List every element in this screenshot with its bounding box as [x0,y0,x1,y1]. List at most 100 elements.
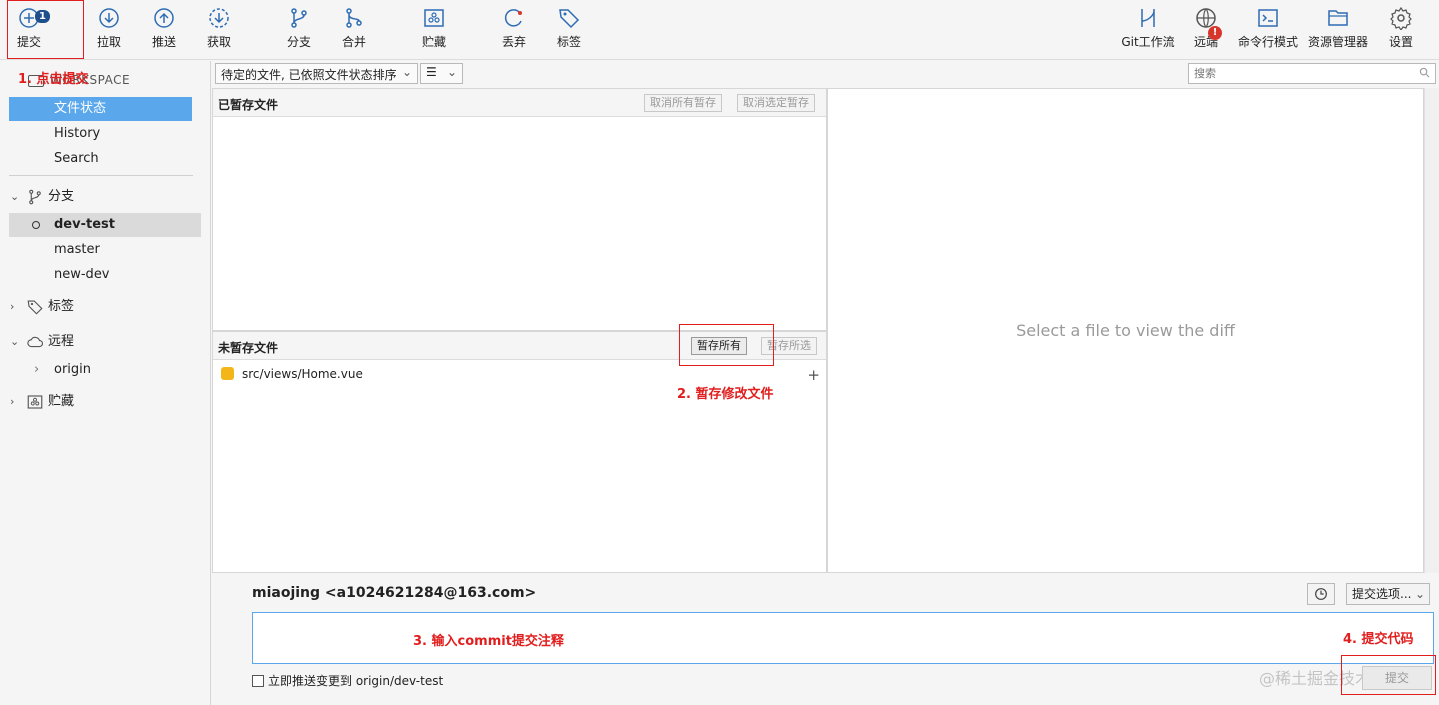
sidebar-item-branch-dev-test[interactable]: dev-test [9,213,201,237]
annotation-step3: 3. 输入commit提交注释 [413,634,564,649]
merge-icon [342,6,366,30]
pull-label: 拉取 [96,35,121,49]
file-path: src/views/Home.vue [242,367,363,381]
sidebar-divider [9,175,193,176]
stash-label: 贮藏 [421,35,446,49]
sidebar-item-file-status[interactable]: 文件状态 [9,97,192,121]
branch-label: 分支 [286,35,311,49]
remote-name: origin [54,362,92,377]
sidebar-item-search[interactable]: Search [9,147,192,171]
branch-button[interactable]: 分支 [271,6,327,56]
merge-button[interactable]: 合并 [326,6,382,56]
sidebar: WORKSPACE 文件状态 History Search ⌄ 分支 dev-te… [0,61,211,705]
toolbar: 1 提交 拉取 推送 获取 分支 合并 贮藏 丢弃 标签 Git工作流 ! 远端… [0,0,1439,60]
chevron-right-icon: › [10,395,15,408]
sidebar-item-branch-new-dev[interactable]: new-dev [9,263,192,287]
remotes-label: 远程 [48,334,75,349]
sort-value: 待定的文件, 已依照文件状态排序 [221,68,397,82]
fetch-button[interactable]: 获取 [191,6,247,56]
discard-icon [502,6,526,30]
tag-icon [557,6,581,30]
unstaged-files-pane: 未暂存文件 暂存所有 暂存所选 src/views/Home.vue + [212,331,827,573]
sort-select[interactable]: 待定的文件, 已依照文件状态排序 ⌄ [215,63,418,84]
push-button[interactable]: 推送 [136,6,192,56]
merge-label: 合并 [341,35,366,49]
stash-button[interactable]: 贮藏 [406,6,462,56]
chevron-down-icon: ⌄ [10,190,20,203]
chevron-right-icon: › [34,362,40,377]
remote-warning-badge: ! [1208,26,1222,40]
sidebar-item-remote-origin[interactable]: › origin [9,358,192,382]
chevron-down-icon: ⌄ [446,65,457,79]
commit-author: miaojing <a1024621284@163.com> [252,585,537,601]
diff-placeholder: Select a file to view the diff [1016,321,1235,340]
settings-label: 设置 [1388,35,1413,49]
fetch-dashed-circle-icon [207,6,231,30]
checkbox-icon[interactable] [252,675,264,687]
diff-viewer: Select a file to view the diff [827,88,1424,573]
search-input[interactable] [1188,63,1436,84]
annotation-box-commit [7,0,84,59]
tags-section[interactable]: › 标签 [10,294,74,320]
push-label: 立即推送变更到 origin/dev-test [268,674,444,688]
unstage-all-button[interactable]: 取消所有暂存 [644,94,722,112]
list-icon: ☰ [426,65,437,79]
discard-button[interactable]: 丢弃 [486,6,542,56]
tag-button[interactable]: 标签 [541,6,597,56]
commit-area: miaojing <a1024621284@163.com> 提交选项... ⌄ … [212,573,1439,705]
folder-icon [1326,6,1350,30]
terminal-label: 命令行模式 [1237,35,1298,49]
tags-label: 标签 [48,299,75,314]
stash-icon [26,393,44,411]
discard-label: 丢弃 [501,35,526,49]
sidebar-item-history[interactable]: History [9,122,192,146]
git-flow-button[interactable]: Git工作流 [1119,6,1177,56]
tag-label: 标签 [556,35,581,49]
explorer-button[interactable]: 资源管理器 [1307,6,1369,56]
branch-icon [287,6,311,30]
annotation-step2: 2. 暂存修改文件 [677,387,774,402]
staged-header: 已暂存文件 取消所有暂存 取消选定暂存 [213,89,826,117]
git-flow-icon [1136,6,1160,30]
staged-files-pane: 已暂存文件 取消所有暂存 取消选定暂存 [212,88,827,331]
pull-button[interactable]: 拉取 [81,6,137,56]
commit-options-button[interactable]: 提交选项... ⌄ [1346,583,1430,605]
cloud-icon [26,333,44,351]
sidebar-item-branch-master[interactable]: master [9,238,192,262]
stash-section[interactable]: › 贮藏 [10,389,74,415]
stage-file-plus-icon[interactable]: + [807,366,820,384]
unstaged-title: 未暂存文件 [218,341,279,355]
push-immediately-checkbox[interactable]: 立即推送变更到 origin/dev-test [252,672,443,689]
modified-file-icon [221,367,234,380]
explorer-label: 资源管理器 [1307,35,1368,49]
terminal-button[interactable]: 命令行模式 [1237,6,1299,56]
chevron-down-icon: ⌄ [401,65,412,79]
commit-options-label: 提交选项... [1352,587,1412,601]
gear-icon [1389,6,1413,32]
stash-label: 贮藏 [48,394,75,409]
terminal-icon [1256,6,1280,30]
annotation-box-stage [679,324,774,366]
arrow-up-circle-icon [152,6,176,30]
unstage-selected-button[interactable]: 取消选定暂存 [737,94,815,112]
settings-button[interactable]: 设置 [1373,6,1429,56]
fetch-label: 获取 [206,35,231,49]
current-branch-icon [32,221,40,229]
remotes-section[interactable]: ⌄ 远程 [10,329,74,355]
annotation-box-submit [1341,655,1436,695]
view-mode-select[interactable]: ☰ ⌄ [420,63,463,84]
chevron-down-icon: ⌄ [10,335,20,348]
branches-section[interactable]: ⌄ 分支 [10,184,74,210]
staged-title: 已暂存文件 [218,98,279,112]
tag-icon [26,298,44,316]
clock-icon [1315,588,1327,600]
commit-history-button[interactable] [1307,583,1335,605]
chevron-right-icon: › [10,300,15,313]
annotation-step1: 1. 点击提交 [18,72,89,87]
diff-scrollbar[interactable] [1424,88,1439,573]
list-item[interactable]: src/views/Home.vue [221,367,363,383]
search-icon [1419,67,1430,78]
branch-name: dev-test [54,217,115,232]
remote-button[interactable]: ! 远端 [1178,6,1234,56]
chevron-down-icon: ⌄ [1414,587,1425,601]
